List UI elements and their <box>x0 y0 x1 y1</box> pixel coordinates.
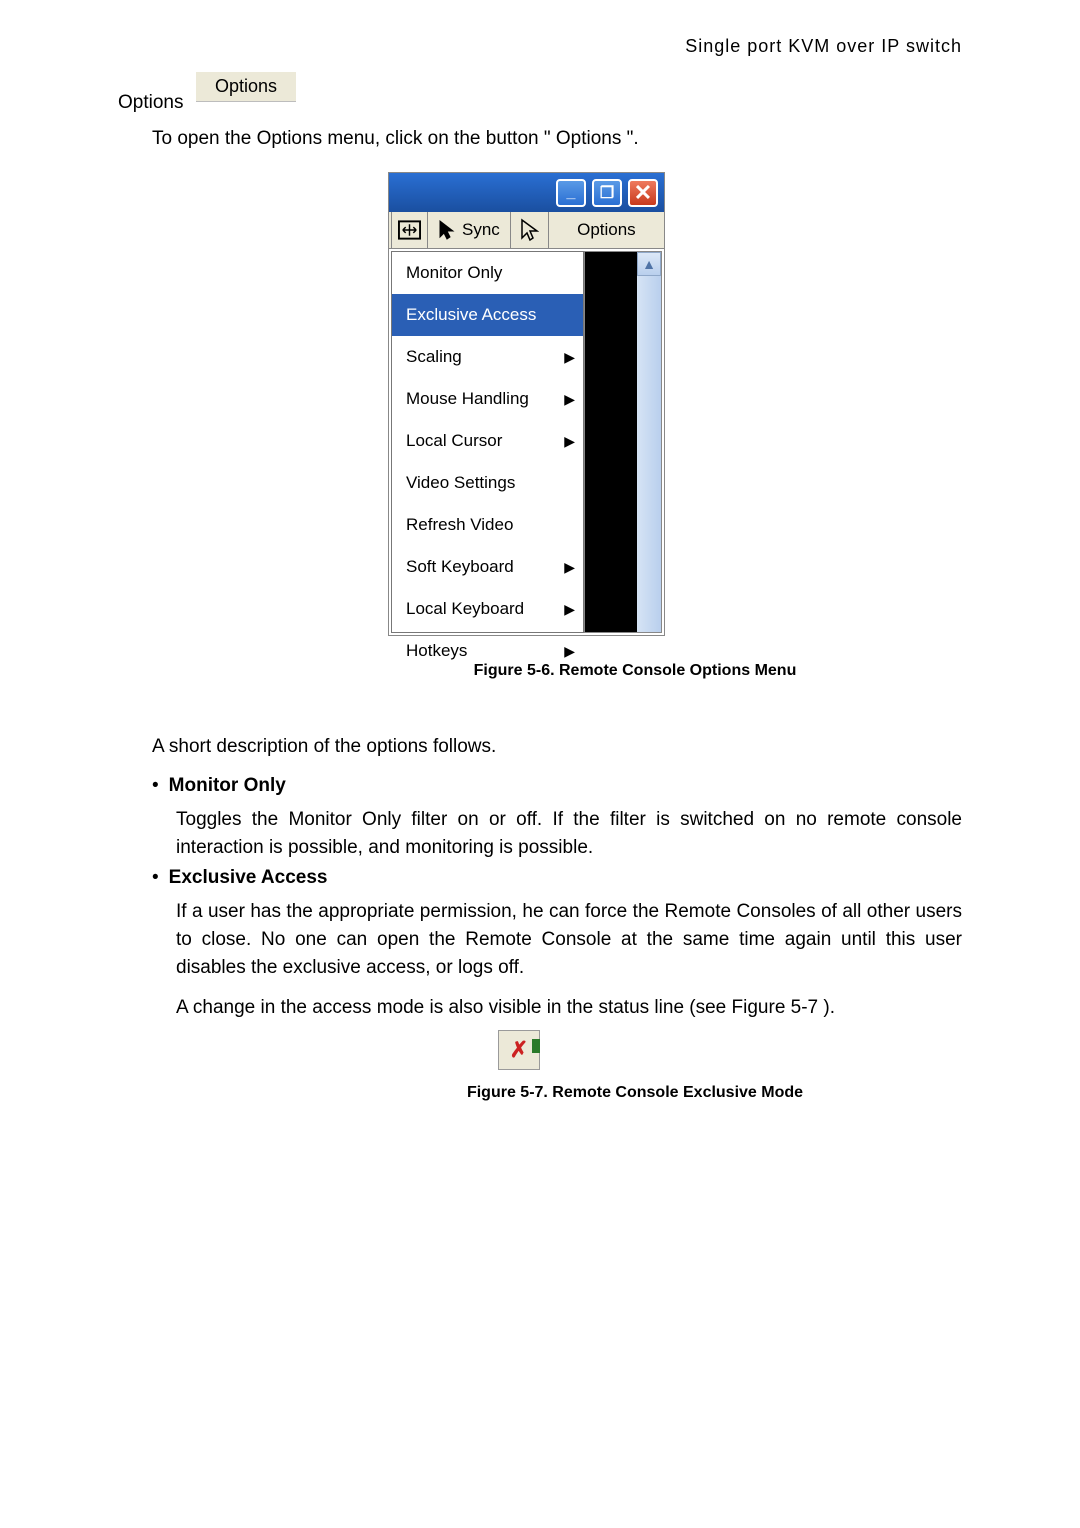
bullet-body: Toggles the Monitor Only filter on or of… <box>176 806 962 862</box>
bullet-title: Exclusive Access <box>169 866 328 890</box>
bullet-body-2: A change in the access mode is also visi… <box>176 994 962 1022</box>
menu-item-label: Soft Keyboard <box>406 557 514 577</box>
sync-label: Sync <box>462 220 500 240</box>
options-menu: Monitor Only Exclusive Access Scaling ▶ … <box>391 251 584 633</box>
menu-exclusive-access[interactable]: Exclusive Access <box>392 294 583 336</box>
short-description: A short description of the options follo… <box>152 736 496 758</box>
submenu-arrow-icon: ▶ <box>564 349 575 366</box>
remote-screen-area[interactable] <box>585 252 637 632</box>
figure-5-7-caption: Figure 5-7. Remote Console Exclusive Mod… <box>335 1084 935 1102</box>
exclusive-x-icon: ✗ <box>510 1037 528 1063</box>
submenu-arrow-icon: ▶ <box>564 601 575 618</box>
toolbar-single-cursor-button[interactable] <box>511 212 549 248</box>
bullet-icon: • <box>152 866 159 890</box>
menu-local-keyboard[interactable]: Local Keyboard ▶ <box>392 588 583 630</box>
remote-console-toolbar: Sync Options <box>389 212 664 249</box>
menu-item-label: Local Keyboard <box>406 599 524 619</box>
close-button[interactable]: ✕ <box>628 179 658 207</box>
menu-item-label: Scaling <box>406 347 462 367</box>
menu-monitor-only[interactable]: Monitor Only <box>392 252 583 294</box>
toolbar-move-button[interactable] <box>391 212 428 248</box>
submenu-arrow-icon: ▶ <box>564 391 575 408</box>
options-label: Options <box>577 220 636 240</box>
vertical-scrollbar[interactable]: ▲ <box>637 252 661 632</box>
figure-5-6-caption: Figure 5-6. Remote Console Options Menu <box>335 662 935 680</box>
options-button-chip[interactable]: Options <box>196 72 296 102</box>
bullet-exclusive-access: • Exclusive Access If a user has the app… <box>152 866 962 1022</box>
submenu-arrow-icon: ▶ <box>564 643 575 660</box>
menu-refresh-video[interactable]: Refresh Video <box>392 504 583 546</box>
submenu-arrow-icon: ▶ <box>564 433 575 450</box>
move-icon <box>398 220 421 240</box>
remote-console-body: Monitor Only Exclusive Access Scaling ▶ … <box>389 249 664 635</box>
toolbar-sync-button[interactable]: Sync <box>428 212 511 248</box>
menu-item-label: Local Cursor <box>406 431 502 451</box>
page-header: Single port KVM over IP switch <box>685 36 962 57</box>
cursor-icon <box>438 219 456 241</box>
intro-text: To open the Options menu, click on the b… <box>152 128 639 150</box>
remote-console-content: ▲ <box>584 251 662 633</box>
menu-soft-keyboard[interactable]: Soft Keyboard ▶ <box>392 546 583 588</box>
menu-item-label: Exclusive Access <box>406 305 536 325</box>
bullet-body: If a user has the appropriate permission… <box>176 898 962 982</box>
chevron-up-icon: ▲ <box>642 256 656 272</box>
menu-item-label: Monitor Only <box>406 263 502 283</box>
menu-item-label: Video Settings <box>406 473 515 493</box>
window-titlebar: _ ❐ ✕ <box>389 173 664 212</box>
menu-mouse-handling[interactable]: Mouse Handling ▶ <box>392 378 583 420</box>
minimize-icon: _ <box>567 184 576 202</box>
bullet-icon: • <box>152 774 159 798</box>
cursor-outline-icon <box>519 218 539 242</box>
close-icon: ✕ <box>634 183 652 203</box>
restore-icon: ❐ <box>600 183 614 203</box>
menu-local-cursor[interactable]: Local Cursor ▶ <box>392 420 583 462</box>
menu-video-settings[interactable]: Video Settings <box>392 462 583 504</box>
scroll-up-button[interactable]: ▲ <box>637 252 661 276</box>
menu-item-label: Hotkeys <box>406 641 467 661</box>
restore-button[interactable]: ❐ <box>592 179 622 207</box>
exclusive-mode-status-icon: ✗ <box>498 1030 540 1070</box>
menu-scaling[interactable]: Scaling ▶ <box>392 336 583 378</box>
remote-console-window: _ ❐ ✕ Sync Options <box>388 172 665 636</box>
bullet-title: Monitor Only <box>169 774 286 798</box>
minimize-button[interactable]: _ <box>556 179 586 207</box>
menu-item-label: Refresh Video <box>406 515 513 535</box>
toolbar-options-button[interactable]: Options <box>549 220 664 240</box>
bullet-monitor-only: • Monitor Only Toggles the Monitor Only … <box>152 774 962 862</box>
menu-item-label: Mouse Handling <box>406 389 529 409</box>
submenu-arrow-icon: ▶ <box>564 559 575 576</box>
section-label-options: Options <box>118 92 183 114</box>
